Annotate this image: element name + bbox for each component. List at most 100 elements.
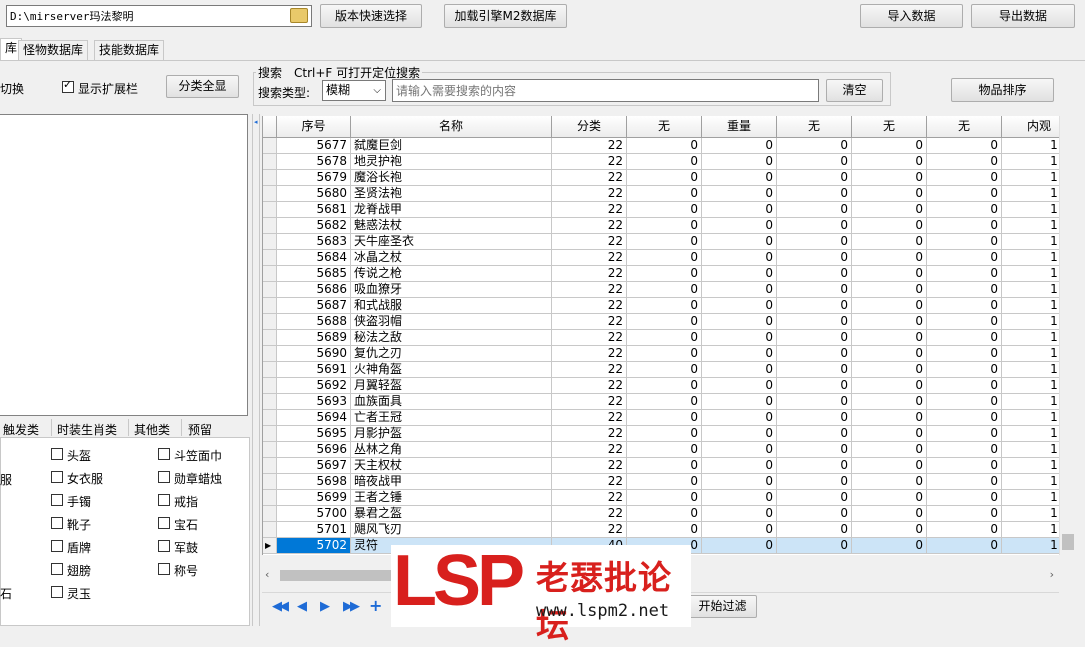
table-cell[interactable]: 0: [852, 218, 927, 234]
table-cell[interactable]: 0: [852, 298, 927, 314]
row-indicator[interactable]: [263, 506, 277, 522]
row-indicator[interactable]: [263, 330, 277, 346]
table-cell[interactable]: 119: [1002, 282, 1059, 298]
table-cell[interactable]: 119: [1002, 458, 1059, 474]
show-all-categories-button[interactable]: 分类全显: [166, 75, 239, 98]
table-cell[interactable]: 0: [927, 298, 1002, 314]
table-cell[interactable]: 0: [927, 138, 1002, 154]
table-cell[interactable]: 0: [852, 330, 927, 346]
item-sort-button[interactable]: 物品排序: [951, 78, 1054, 102]
table-cell[interactable]: 0: [777, 506, 852, 522]
table-cell[interactable]: 0: [852, 138, 927, 154]
table-cell[interactable]: 5700: [277, 506, 351, 522]
table-cell[interactable]: 0: [627, 170, 702, 186]
table-cell[interactable]: 0: [852, 458, 927, 474]
items-grid[interactable]: 序号名称分类无重量无无无内观 5677弑魔巨剑22000001195678地灵护…: [262, 116, 1059, 555]
table-cell[interactable]: 22: [552, 154, 627, 170]
table-cell[interactable]: 5701: [277, 522, 351, 538]
table-row[interactable]: 5678地灵护袍2200000119: [263, 154, 1059, 170]
row-indicator[interactable]: [263, 298, 277, 314]
table-cell[interactable]: 0: [702, 394, 777, 410]
table-cell[interactable]: 22: [552, 138, 627, 154]
table-cell[interactable]: 119: [1002, 154, 1059, 170]
row-indicator[interactable]: [263, 394, 277, 410]
table-cell[interactable]: 119: [1002, 218, 1059, 234]
table-cell[interactable]: 0: [777, 218, 852, 234]
row-indicator[interactable]: [263, 202, 277, 218]
row-indicator[interactable]: [263, 522, 277, 538]
table-cell[interactable]: 0: [777, 282, 852, 298]
table-cell[interactable]: 22: [552, 346, 627, 362]
table-cell[interactable]: 0: [777, 314, 852, 330]
table-cell[interactable]: 0: [702, 410, 777, 426]
cat-checkbox-title[interactable]: [158, 563, 170, 575]
table-cell[interactable]: 0: [852, 474, 927, 490]
table-cell[interactable]: 魅惑法杖: [351, 218, 552, 234]
table-cell[interactable]: 22: [552, 170, 627, 186]
table-cell[interactable]: 0: [927, 266, 1002, 282]
folder-icon[interactable]: [290, 8, 308, 23]
cat-checkbox-bracelet[interactable]: [51, 494, 63, 506]
table-cell[interactable]: 0: [852, 522, 927, 538]
table-cell[interactable]: 119: [1002, 362, 1059, 378]
table-cell[interactable]: 22: [552, 426, 627, 442]
table-cell[interactable]: 天主权杖: [351, 458, 552, 474]
table-cell[interactable]: 0: [927, 234, 1002, 250]
cat-checkbox-jade[interactable]: [51, 586, 63, 598]
table-cell[interactable]: 5692: [277, 378, 351, 394]
table-cell[interactable]: 0: [852, 490, 927, 506]
cat-checkbox-drum[interactable]: [158, 540, 170, 552]
table-cell[interactable]: 0: [927, 490, 1002, 506]
table-cell[interactable]: 5693: [277, 394, 351, 410]
table-cell[interactable]: 0: [927, 506, 1002, 522]
last-record-icon[interactable]: ▶▶: [343, 599, 360, 614]
table-row[interactable]: 5689秘法之敌2200000119: [263, 330, 1059, 346]
table-cell[interactable]: 0: [927, 250, 1002, 266]
table-cell[interactable]: 0: [702, 442, 777, 458]
table-cell[interactable]: 0: [702, 474, 777, 490]
table-cell[interactable]: 0: [852, 394, 927, 410]
table-row[interactable]: 5679魔浴长袍2200000119: [263, 170, 1059, 186]
table-cell[interactable]: 0: [927, 346, 1002, 362]
table-cell[interactable]: 22: [552, 506, 627, 522]
table-cell[interactable]: 0: [777, 522, 852, 538]
add-record-icon[interactable]: +: [369, 596, 382, 615]
table-cell[interactable]: 5697: [277, 458, 351, 474]
row-indicator[interactable]: ▶: [263, 538, 277, 554]
table-cell[interactable]: 119: [1002, 394, 1059, 410]
table-cell[interactable]: 22: [552, 362, 627, 378]
table-cell[interactable]: 0: [927, 442, 1002, 458]
table-row[interactable]: 5680圣贤法袍2200000119: [263, 186, 1059, 202]
table-cell[interactable]: 5680: [277, 186, 351, 202]
table-cell[interactable]: 0: [852, 442, 927, 458]
table-cell[interactable]: 0: [627, 218, 702, 234]
table-cell[interactable]: 22: [552, 474, 627, 490]
table-cell[interactable]: 0: [927, 394, 1002, 410]
table-cell[interactable]: 22: [552, 234, 627, 250]
search-type-select[interactable]: 模糊 ⌵: [322, 80, 386, 101]
table-cell[interactable]: 圣贤法袍: [351, 186, 552, 202]
table-cell[interactable]: 22: [552, 218, 627, 234]
table-cell[interactable]: 0: [852, 234, 927, 250]
table-cell[interactable]: 0: [702, 458, 777, 474]
row-indicator[interactable]: [263, 378, 277, 394]
table-cell[interactable]: 0: [852, 202, 927, 218]
table-cell[interactable]: 5677: [277, 138, 351, 154]
table-cell[interactable]: 5687: [277, 298, 351, 314]
table-cell[interactable]: 0: [777, 458, 852, 474]
table-cell[interactable]: 0: [927, 186, 1002, 202]
table-cell[interactable]: 5690: [277, 346, 351, 362]
table-cell[interactable]: 0: [927, 410, 1002, 426]
column-header[interactable]: 重量: [702, 116, 777, 138]
table-cell[interactable]: 0: [777, 474, 852, 490]
tab-skill-db[interactable]: 技能数据库: [94, 40, 165, 60]
splitter-arrow-icon[interactable]: ◂: [254, 118, 258, 126]
table-cell[interactable]: 0: [852, 410, 927, 426]
table-cell[interactable]: 0: [702, 522, 777, 538]
row-indicator[interactable]: [263, 442, 277, 458]
table-cell[interactable]: 0: [702, 154, 777, 170]
row-indicator[interactable]: [263, 282, 277, 298]
table-cell[interactable]: 0: [927, 378, 1002, 394]
table-cell[interactable]: 119: [1002, 490, 1059, 506]
table-cell[interactable]: 22: [552, 186, 627, 202]
